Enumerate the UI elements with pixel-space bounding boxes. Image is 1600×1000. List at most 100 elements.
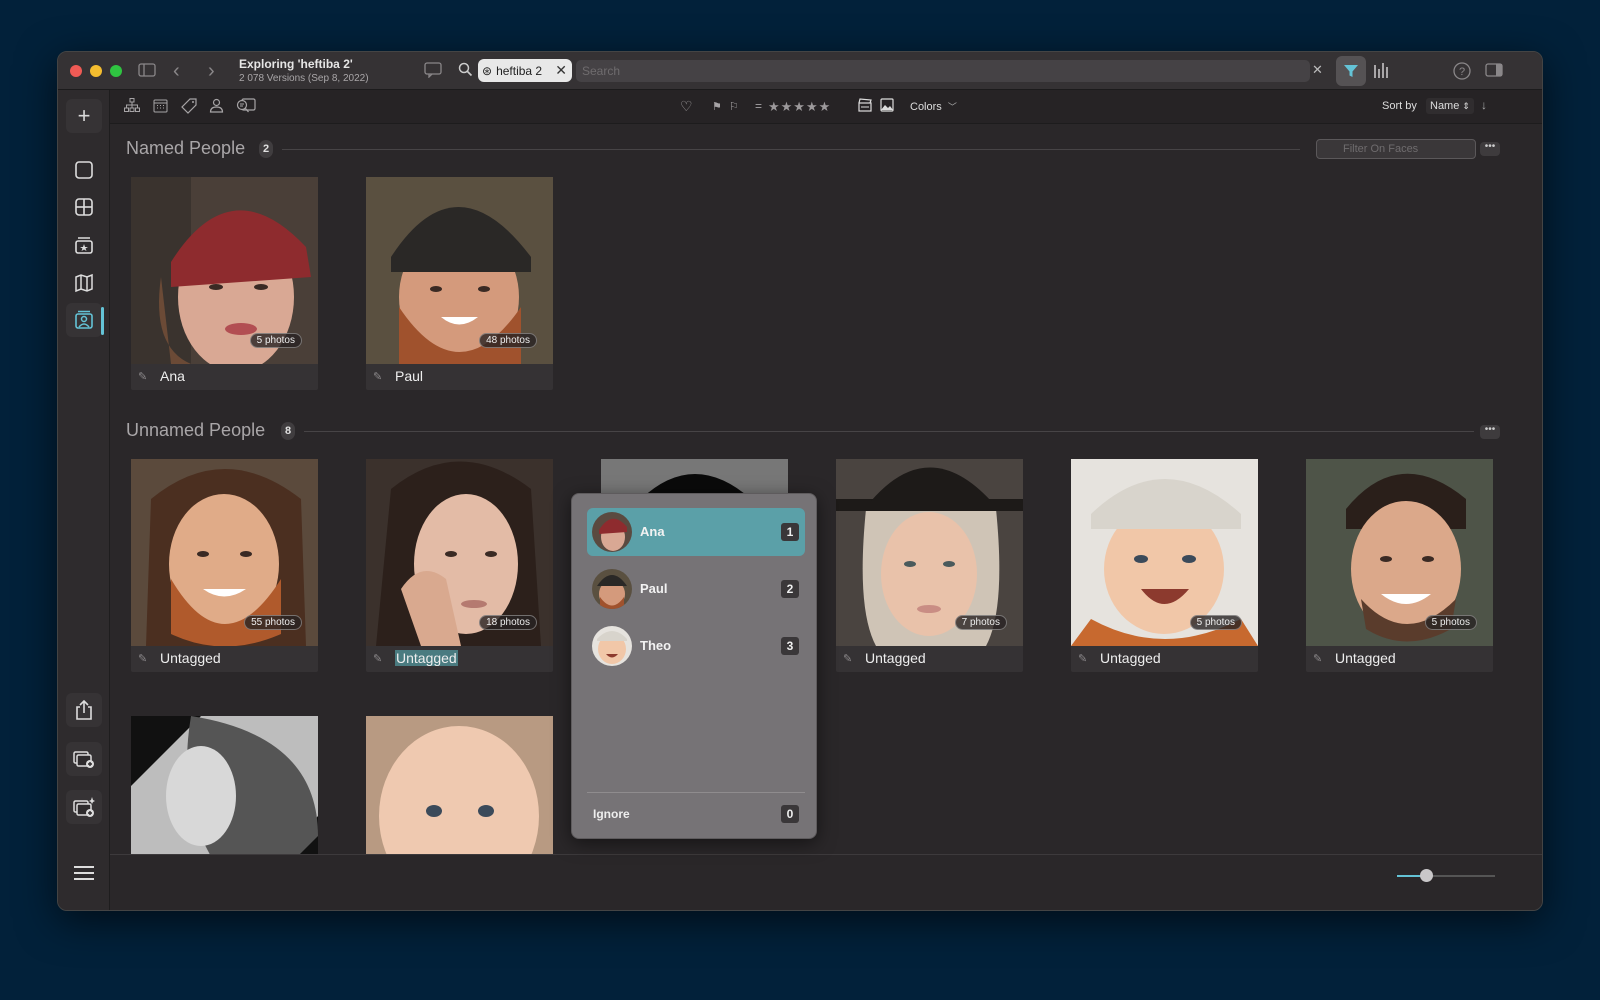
edit-name-icon[interactable]: ✎ (1078, 652, 1087, 665)
help-icon[interactable]: ? (1453, 62, 1471, 83)
back-chevron-icon[interactable]: ‹ (173, 61, 180, 81)
section-divider (282, 149, 1300, 150)
close-window-button[interactable] (70, 65, 82, 77)
person-name[interactable]: Untagged (865, 650, 926, 666)
filter-button[interactable] (1336, 56, 1366, 86)
search-token-chip[interactable]: ⊛ heftiba 2 ✕ (478, 59, 572, 82)
unnamed-person-card[interactable]: 5 photos ✎ Untagged (1306, 459, 1493, 672)
person-icon[interactable] (209, 98, 224, 116)
filter-funnel-icon (1344, 65, 1358, 77)
unnamed-person-card-editing[interactable]: 18 photos ✎ Untagged (366, 459, 553, 672)
person-card-paul[interactable]: 48 photos ✎ Paul (366, 177, 553, 390)
named-people-heading: Named People (126, 138, 246, 158)
edit-name-icon[interactable]: ✎ (138, 652, 147, 665)
edit-name-icon[interactable]: ✎ (843, 652, 852, 665)
person-name[interactable]: Untagged (1335, 650, 1396, 666)
sidebar-item-albums[interactable] (66, 228, 102, 262)
sidebar-item-grid-view[interactable] (66, 190, 102, 224)
reject-flag-icon[interactable]: ⚐ (729, 100, 739, 113)
sidebar-item-map[interactable] (66, 266, 102, 300)
shortcut-key: 1 (781, 523, 799, 541)
search-input[interactable] (576, 60, 1310, 82)
mode-sidebar: + (58, 90, 110, 910)
shortcut-key: 0 (781, 805, 799, 823)
picker-item-ignore[interactable]: Ignore 0 (587, 799, 805, 829)
sort-field-dropdown[interactable]: Name ⇕ (1426, 98, 1474, 114)
picker-item-ana[interactable]: Ana 1 (587, 508, 805, 556)
rating-operator[interactable]: = (755, 99, 762, 113)
calendar-icon[interactable] (153, 98, 168, 116)
photo-count-badge: 48 photos (479, 333, 537, 348)
edit-name-icon[interactable]: ✎ (138, 370, 147, 383)
slider-thumb[interactable] (1420, 869, 1434, 882)
search-icon[interactable] (458, 62, 473, 80)
face-photo (131, 716, 318, 854)
forward-chevron-icon[interactable]: › (208, 61, 215, 81)
avatar-paul (592, 569, 632, 609)
window-subtitle: 2 078 Versions (Sep 8, 2022) (239, 73, 369, 84)
favorite-heart-icon[interactable]: ♡ (680, 98, 693, 115)
histogram-icon[interactable] (1373, 62, 1391, 81)
sidebar-item-single-view[interactable] (66, 153, 102, 187)
filter-on-faces-input[interactable] (1316, 139, 1476, 159)
minimize-window-button[interactable] (90, 65, 102, 77)
remove-token-icon[interactable]: ✕ (555, 62, 567, 79)
text-search-icon[interactable] (236, 98, 256, 117)
share-button[interactable] (66, 693, 102, 727)
sort-direction-arrow-icon[interactable]: ↓ (1481, 98, 1487, 112)
image-type-icon[interactable] (880, 98, 894, 115)
inspector-toggle-icon[interactable] (1485, 63, 1503, 80)
add-button[interactable]: + (66, 99, 102, 133)
person-name[interactable]: Paul (395, 368, 423, 384)
aperture-icon: ⊛ (482, 63, 493, 78)
people-icon (75, 310, 93, 329)
comment-icon[interactable] (424, 62, 442, 81)
sidebar-item-people[interactable] (66, 303, 102, 337)
ignore-label: Ignore (593, 807, 630, 821)
unnamed-person-card[interactable]: 7 photos ✎ Untagged (836, 459, 1023, 672)
zoom-window-button[interactable] (110, 65, 122, 77)
edit-name-icon[interactable]: ✎ (373, 370, 382, 383)
person-name[interactable]: Ana (160, 368, 185, 384)
star-rating-filter[interactable]: ★★★★★ (768, 99, 831, 115)
popup-divider (587, 792, 805, 793)
shortcut-key: 2 (781, 580, 799, 598)
plus-icon: + (77, 103, 91, 128)
filter-toolbar: ♡ ⚑ ⚐ = ★★★★★ Colors ﹀ Sort by Name ⇕ ↓ (110, 90, 1542, 124)
unnamed-person-card[interactable]: 55 photos ✎ Untagged (131, 459, 318, 672)
colors-dropdown[interactable]: Colors ﹀ (910, 100, 957, 113)
person-card-ana[interactable]: 5 photos ✎ Ana (131, 177, 318, 390)
unnamed-people-heading: Unnamed People (126, 420, 266, 440)
clear-search-icon[interactable]: ✕ (1312, 63, 1323, 76)
thumbnail-size-slider[interactable] (1397, 869, 1495, 882)
hierarchy-icon[interactable] (124, 98, 140, 115)
picker-item-paul[interactable]: Paul 2 (587, 565, 805, 613)
unnamed-person-card[interactable] (366, 716, 553, 854)
unnamed-person-card[interactable]: 5 photos ✎ Untagged (1071, 459, 1258, 672)
ai-import-button[interactable] (66, 790, 102, 824)
tag-icon[interactable] (181, 98, 197, 117)
photo-count-badge: 5 photos (1424, 615, 1477, 630)
photo-count-badge: 5 photos (1189, 615, 1242, 630)
photo-count-badge: 7 photos (954, 615, 1007, 630)
person-name-editing-field[interactable]: Untagged (395, 650, 458, 666)
edit-name-icon[interactable]: ✎ (373, 652, 382, 665)
photo-count-badge: 18 photos (479, 615, 537, 630)
photo-count-badge: 55 photos (244, 615, 302, 630)
person-name[interactable]: Untagged (1100, 650, 1161, 666)
person-picker-popup: Ana 1 Paul 2 Theo 3 Ignore 0 (571, 493, 817, 839)
flag-icon[interactable]: ⚑ (712, 100, 722, 113)
grid-icon (75, 198, 93, 216)
person-name[interactable]: Untagged (160, 650, 221, 666)
named-more-button[interactable]: ••• (1480, 142, 1500, 156)
unnamed-more-button[interactable]: ••• (1480, 425, 1500, 439)
window-title: Exploring 'heftiba 2' (239, 57, 353, 71)
unnamed-person-card[interactable] (131, 716, 318, 854)
menu-button[interactable] (66, 856, 102, 890)
sidebar-toggle-icon[interactable] (138, 63, 156, 80)
video-clapper-icon[interactable] (858, 98, 872, 115)
import-photos-button[interactable] (66, 742, 102, 776)
picker-item-theo[interactable]: Theo 3 (587, 622, 805, 670)
edit-name-icon[interactable]: ✎ (1313, 652, 1322, 665)
svg-text:?: ? (1459, 66, 1465, 78)
